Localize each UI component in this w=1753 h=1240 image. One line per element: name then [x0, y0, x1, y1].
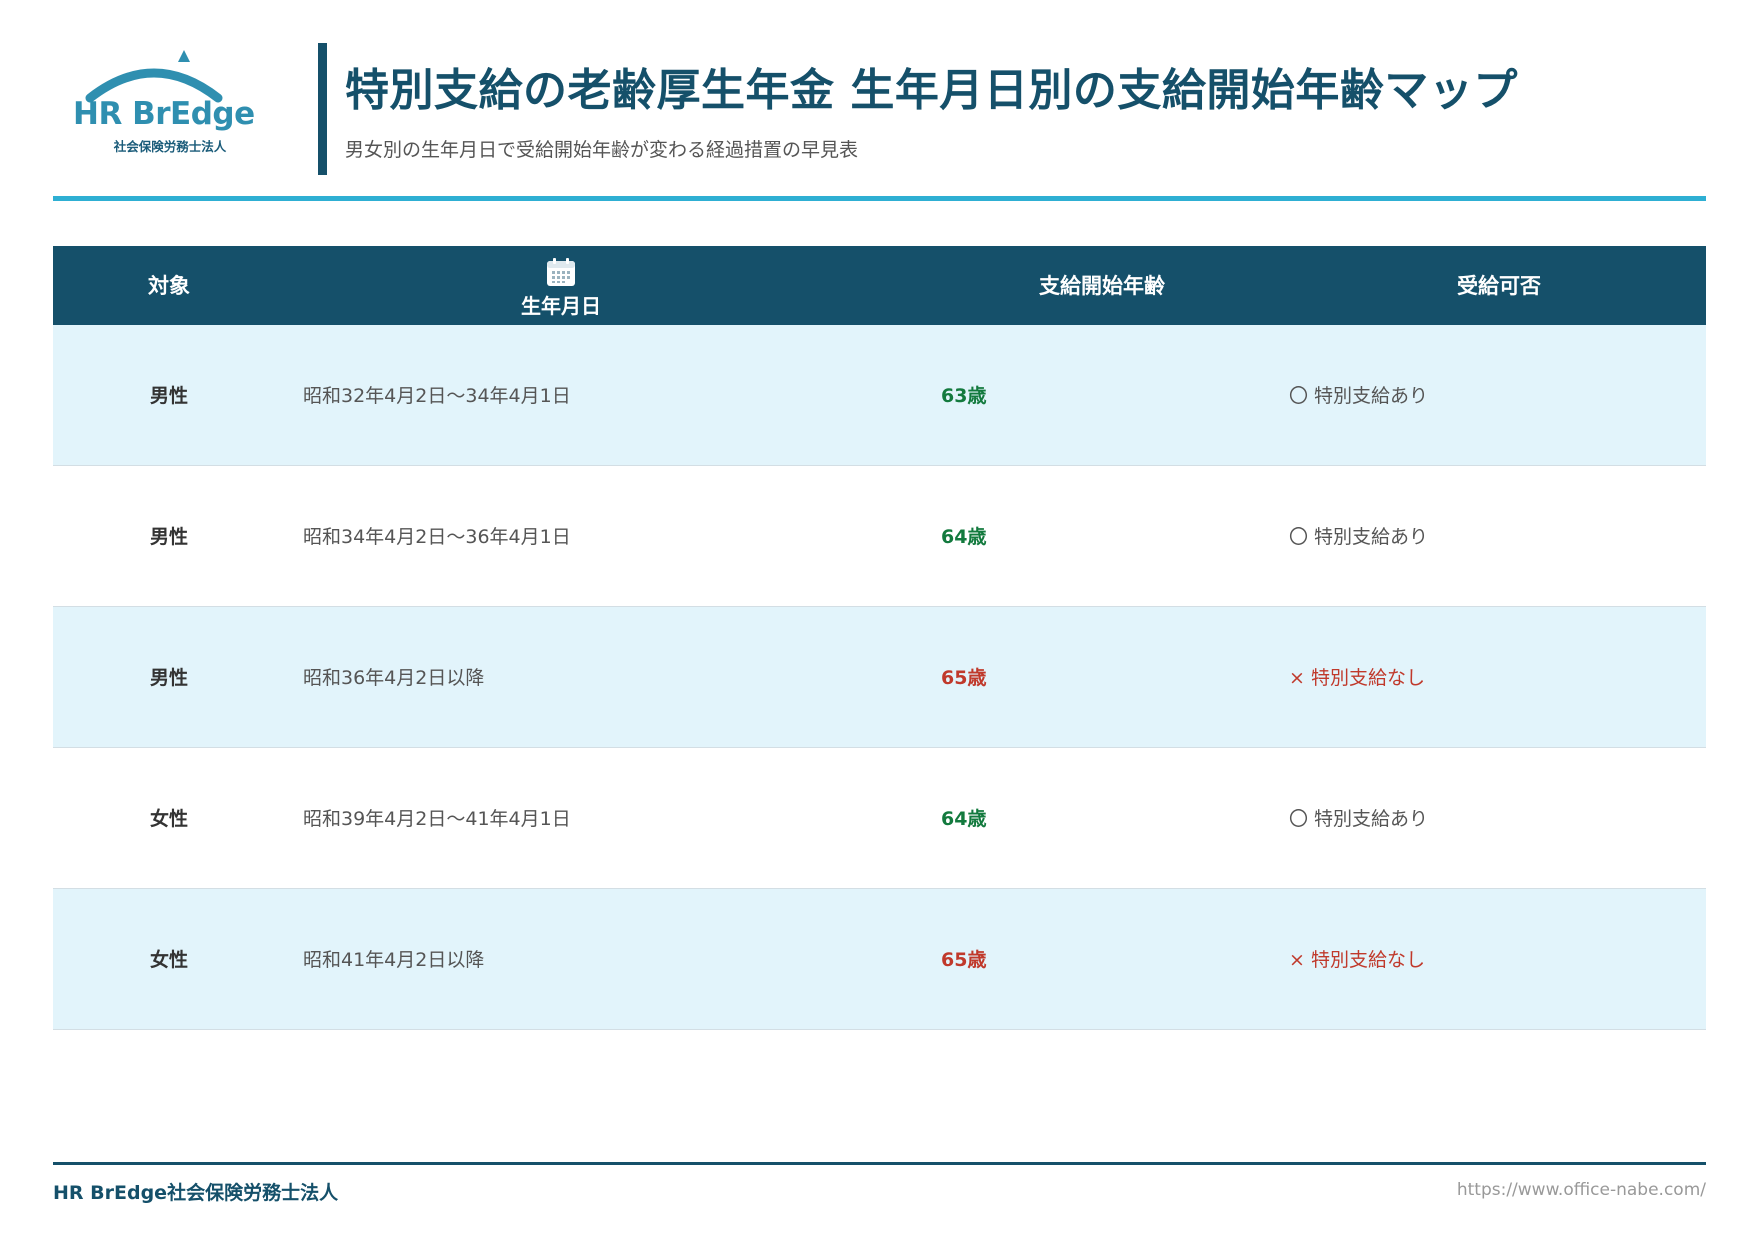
cell-eligibility: × 特別支給なし — [1289, 949, 1425, 971]
cell-age: 64歳 — [941, 526, 987, 548]
header-divider — [53, 196, 1706, 201]
table-header: 対象 生年月日 支給開始年齢 受給可否 — [53, 246, 1706, 325]
table-row: 男性 昭和34年4月2日〜36年4月1日 64歳 〇 特別支給あり — [53, 466, 1706, 607]
cell-target: 女性 — [149, 949, 188, 971]
table-row: 女性 昭和39年4月2日〜41年4月1日 64歳 〇 特別支給あり — [53, 748, 1706, 889]
table-row: 男性 昭和36年4月2日以降 65歳 × 特別支給なし — [53, 607, 1706, 748]
cell-target: 男性 — [149, 526, 188, 548]
column-header-dob-label: 生年月日 — [521, 294, 601, 318]
cell-target: 男性 — [149, 385, 188, 407]
cell-dob: 昭和32年4月2日〜34年4月1日 — [303, 385, 571, 407]
column-header-target: 対象 — [148, 274, 190, 298]
cell-target: 女性 — [149, 808, 188, 830]
footer-divider — [53, 1162, 1706, 1165]
company-logo: HR BrEdge 社会保険労務士法人 — [60, 46, 255, 156]
footer-url-link[interactable]: https://www.office-nabe.com/ — [1457, 1180, 1706, 1200]
cell-eligibility: × 特別支給なし — [1289, 667, 1425, 689]
footer-company: HR BrEdge社会保険労務士法人 — [53, 1182, 339, 1204]
logo-name: HR BrEdge — [73, 96, 255, 132]
column-header-eligibility: 受給可否 — [1457, 274, 1541, 298]
page-subtitle: 男女別の生年月日で受給開始年齢が変わる経過措置の早見表 — [345, 139, 859, 161]
logo-subtitle: 社会保険労務士法人 — [113, 139, 227, 154]
cell-target: 男性 — [149, 667, 188, 689]
table-row: 女性 昭和41年4月2日以降 65歳 × 特別支給なし — [53, 889, 1706, 1030]
cell-eligibility: 〇 特別支給あり — [1289, 385, 1429, 407]
cell-dob: 昭和34年4月2日〜36年4月1日 — [303, 526, 571, 548]
cell-dob: 昭和41年4月2日以降 — [303, 949, 485, 971]
column-header-dob: 生年月日 — [421, 256, 701, 319]
cell-age: 63歳 — [941, 385, 987, 407]
cell-age: 65歳 — [941, 667, 987, 689]
column-header-age: 支給開始年齢 — [1039, 274, 1165, 298]
cell-age: 64歳 — [941, 808, 987, 830]
cell-eligibility: 〇 特別支給あり — [1289, 808, 1429, 830]
cell-eligibility: 〇 特別支給あり — [1289, 526, 1429, 548]
pension-age-table: 対象 生年月日 支給開始年齢 受給可否 男性 昭和32年4月2日〜34年4月1日… — [53, 246, 1706, 1030]
page-title: 特別支給の老齢厚生年金 生年月日別の支給開始年齢マップ — [345, 65, 1518, 116]
calendar-icon — [547, 258, 575, 286]
title-accent-bar — [318, 43, 327, 175]
table-row: 男性 昭和32年4月2日〜34年4月1日 63歳 〇 特別支給あり — [53, 325, 1706, 466]
cell-dob: 昭和36年4月2日以降 — [303, 667, 485, 689]
cell-age: 65歳 — [941, 949, 987, 971]
cell-dob: 昭和39年4月2日〜41年4月1日 — [303, 808, 571, 830]
